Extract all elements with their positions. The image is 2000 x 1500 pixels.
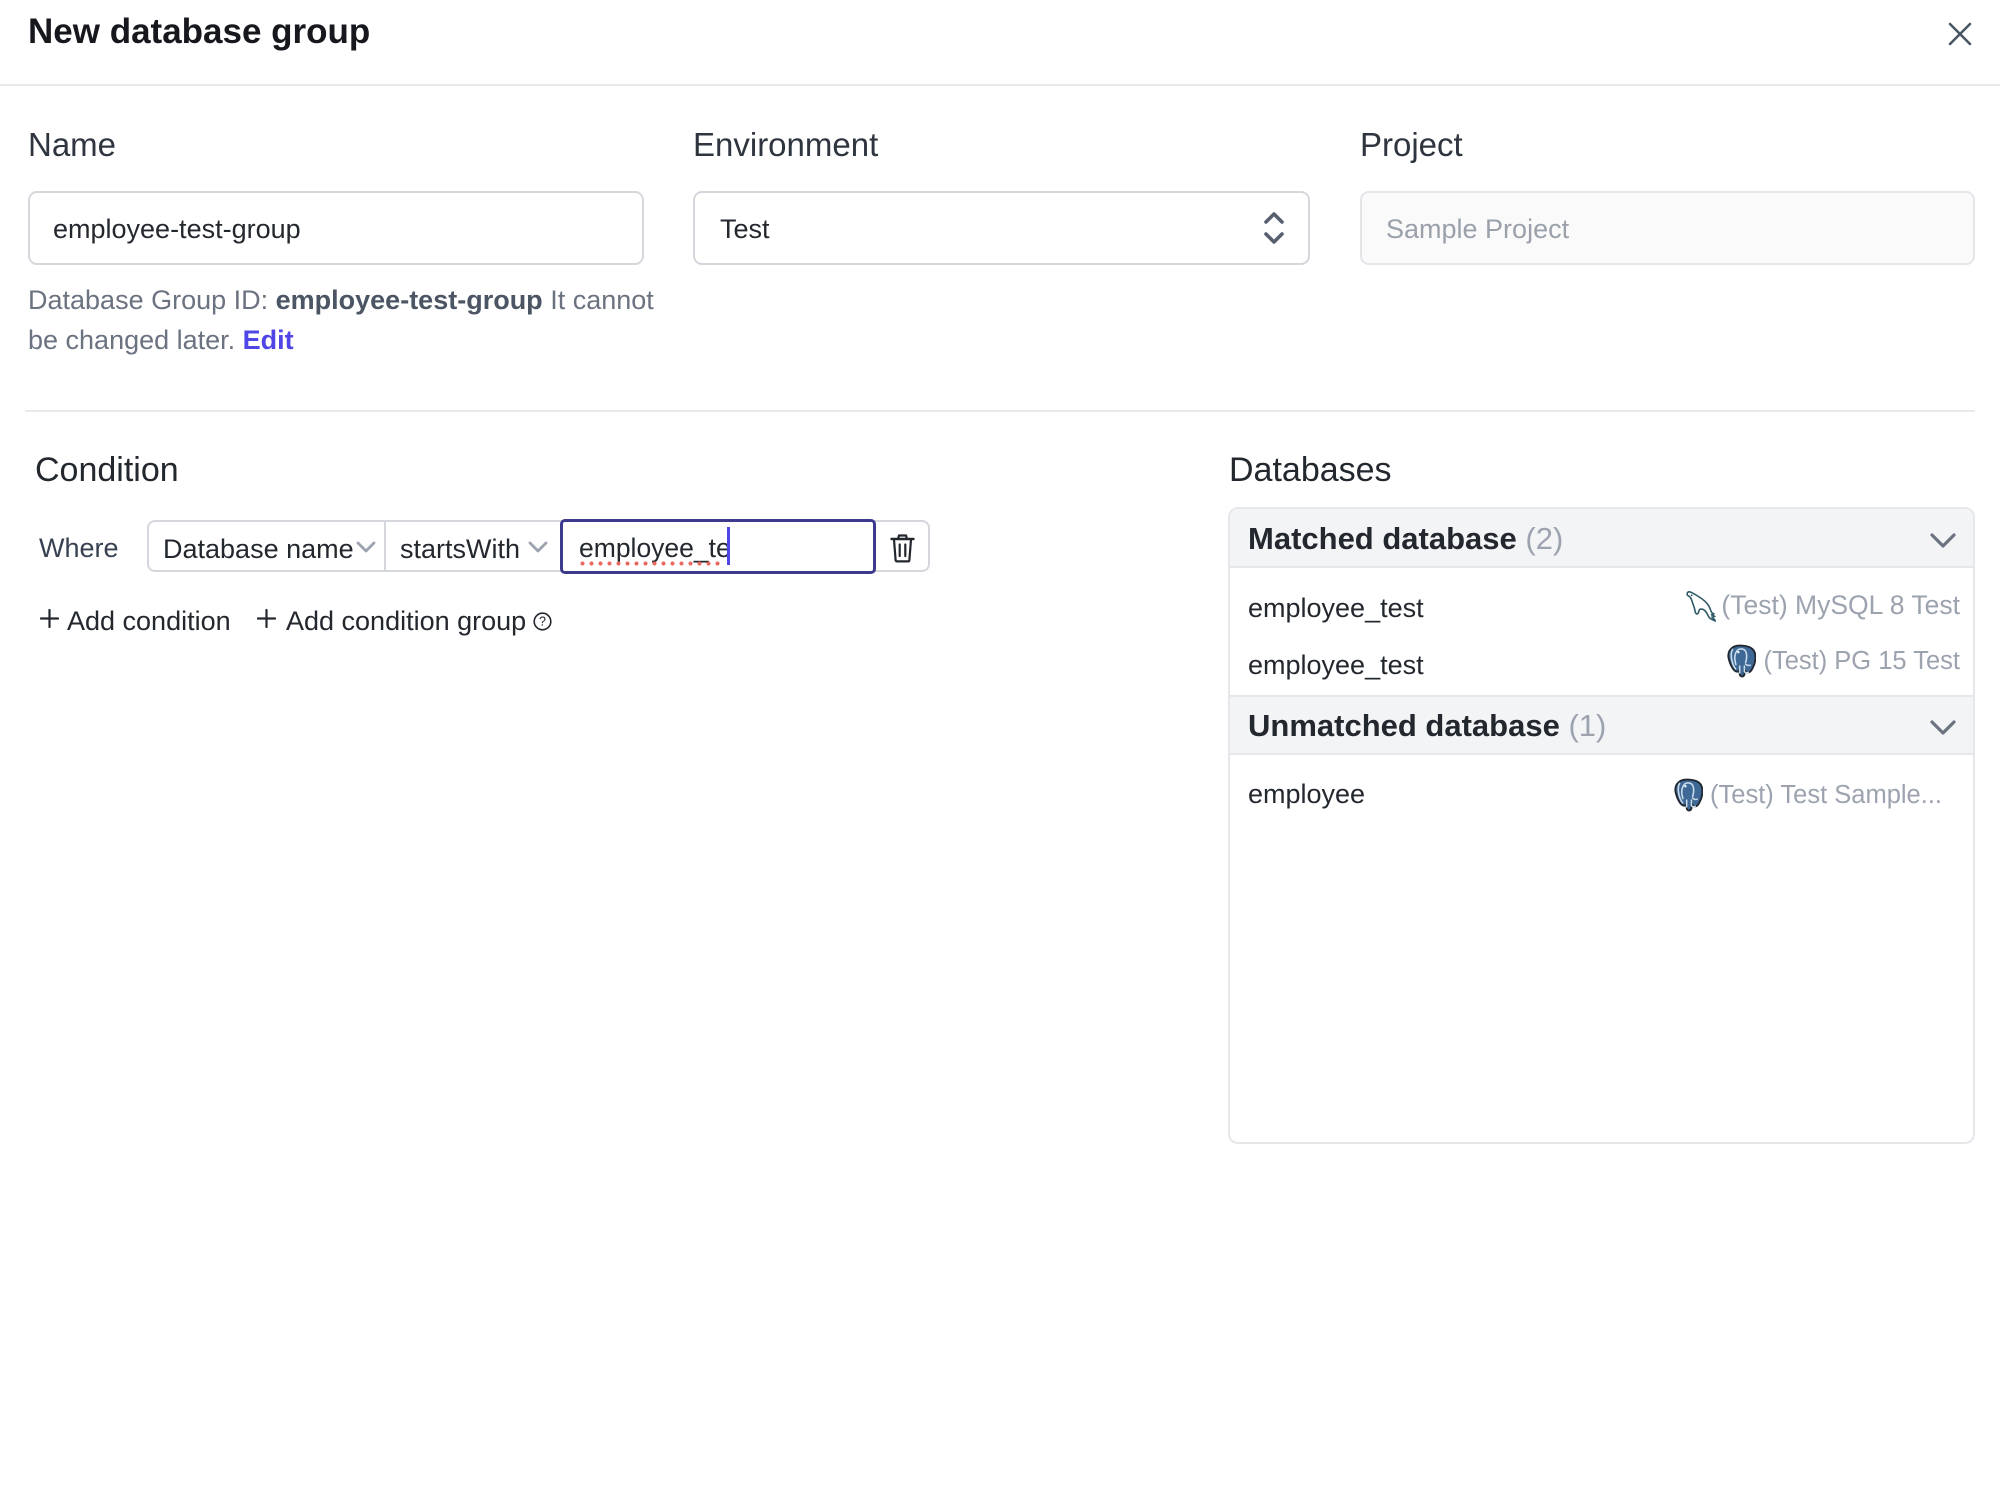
svg-text:?: ? [539,615,546,629]
